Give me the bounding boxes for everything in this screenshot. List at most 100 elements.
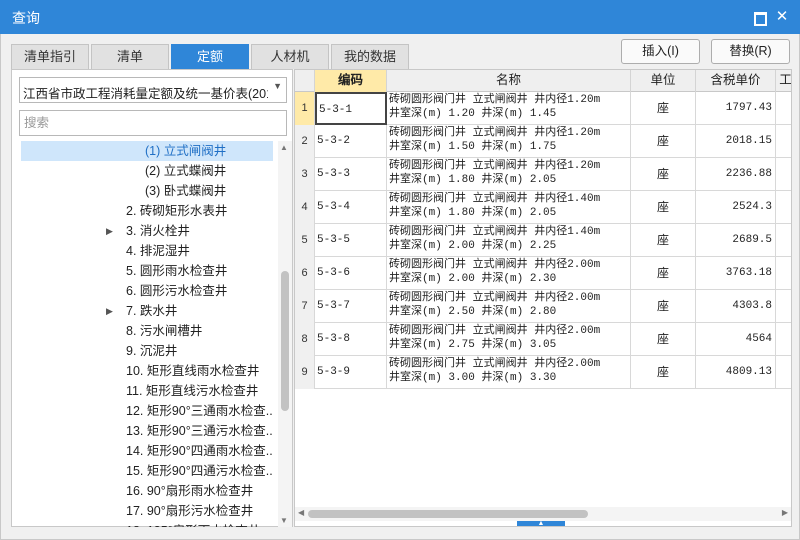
tree-item[interactable]: (1) 立式闸阀井: [21, 141, 273, 161]
tree-item[interactable]: 4. 排泥湿井: [21, 241, 273, 261]
code-cell[interactable]: 5-3-2: [315, 125, 387, 158]
table-row[interactable]: 4 5-3-4 砖砌圆形阀门井 立式闸阀井 井内径1.40m 井室深(m) 1.80…: [295, 191, 791, 224]
table-row[interactable]: 7 5-3-7 砖砌圆形阀门井 立式闸阀井 井内径2.00m 井室深(m) 2.50…: [295, 290, 791, 323]
tab-bill[interactable]: 清单: [91, 44, 169, 69]
tree-item[interactable]: 2. 砖砌矩形水表井: [21, 201, 273, 221]
tree-item[interactable]: 18. 135°扇形雨水检查井: [21, 521, 273, 527]
name-cell[interactable]: 砖砌圆形阀门井 立式闸阀井 井内径2.00m 井室深(m) 2.75 井深(m)…: [387, 323, 631, 356]
extra-cell[interactable]: [776, 356, 791, 389]
name-cell[interactable]: 砖砌圆形阀门井 立式闸阀井 井内径1.40m 井室深(m) 2.00 井深(m)…: [387, 224, 631, 257]
name-cell[interactable]: 砖砌圆形阀门井 立式闸阀井 井内径2.00m 井室深(m) 2.00 井深(m)…: [387, 257, 631, 290]
tree-item[interactable]: 17. 90°扇形污水检查井: [21, 501, 273, 521]
table-row[interactable]: 8 5-3-8 砖砌圆形阀门井 立式闸阀井 井内径2.00m 井室深(m) 2.75…: [295, 323, 791, 356]
extra-cell[interactable]: [776, 92, 791, 125]
insert-button[interactable]: 插入(I): [621, 39, 700, 64]
code-cell[interactable]: 5-3-8: [315, 323, 387, 356]
tree-item[interactable]: ▶ 3. 消火栓井: [21, 221, 273, 241]
row-number-cell[interactable]: 4: [295, 191, 315, 224]
price-cell[interactable]: 3763.18: [696, 257, 776, 290]
tab-my-data[interactable]: 我的数据: [331, 44, 409, 69]
price-cell[interactable]: 2018.15: [696, 125, 776, 158]
unit-cell[interactable]: 座: [631, 257, 696, 290]
unit-cell[interactable]: 座: [631, 158, 696, 191]
maximize-icon[interactable]: [752, 10, 767, 26]
scroll-up-icon[interactable]: ▲: [280, 143, 288, 152]
name-cell[interactable]: 砖砌圆形阀门井 立式闸阀井 井内径2.00m 井室深(m) 3.00 井深(m)…: [387, 356, 631, 389]
extra-cell[interactable]: [776, 290, 791, 323]
price-cell[interactable]: 2524.3: [696, 191, 776, 224]
scroll-right-icon[interactable]: ▶: [782, 508, 788, 517]
price-cell[interactable]: 2236.88: [696, 158, 776, 191]
table-row[interactable]: 1 5-3-1 砖砌圆形阀门井 立式闸阀井 井内径1.20m 井室深(m) 1.20…: [295, 92, 791, 125]
table-row[interactable]: 6 5-3-6 砖砌圆形阀门井 立式闸阀井 井内径2.00m 井室深(m) 2.00…: [295, 257, 791, 290]
tree-item[interactable]: 9. 沉泥井: [21, 341, 273, 361]
tree-item[interactable]: (2) 立式蝶阀井: [21, 161, 273, 181]
tree-item[interactable]: 16. 90°扇形雨水检查井: [21, 481, 273, 501]
tree-item[interactable]: 13. 矩形90°三通污水检查...: [21, 421, 273, 441]
row-number-cell[interactable]: 7: [295, 290, 315, 323]
unit-cell[interactable]: 座: [631, 323, 696, 356]
tree-item[interactable]: 10. 矩形直线雨水检查井: [21, 361, 273, 381]
name-cell[interactable]: 砖砌圆形阀门井 立式闸阀井 井内径1.20m 井室深(m) 1.20 井深(m)…: [387, 92, 631, 125]
tree-scrollbar-thumb[interactable]: [281, 271, 289, 411]
row-number-cell[interactable]: 5: [295, 224, 315, 257]
extra-cell[interactable]: [776, 125, 791, 158]
tree-item[interactable]: (3) 卧式蝶阀井: [21, 181, 273, 201]
code-cell[interactable]: 5-3-7: [315, 290, 387, 323]
tree-item[interactable]: 12. 矩形90°三通雨水检查...: [21, 401, 273, 421]
table-row[interactable]: 2 5-3-2 砖砌圆形阀门井 立式闸阀井 井内径1.20m 井室深(m) 1.50…: [295, 125, 791, 158]
row-number-cell[interactable]: 2: [295, 125, 315, 158]
header-name[interactable]: 名称: [387, 70, 631, 92]
name-cell[interactable]: 砖砌圆形阀门井 立式闸阀井 井内径2.00m 井室深(m) 2.50 井深(m)…: [387, 290, 631, 323]
code-cell[interactable]: 5-3-9: [315, 356, 387, 389]
tree-scrollbar[interactable]: ▲ ▼: [278, 141, 292, 527]
tab-quota[interactable]: 定额: [171, 44, 249, 69]
tree-item[interactable]: 8. 污水闸槽井: [21, 321, 273, 341]
table-row[interactable]: 9 5-3-9 砖砌圆形阀门井 立式闸阀井 井内径2.00m 井室深(m) 3.00…: [295, 356, 791, 389]
extra-cell[interactable]: [776, 257, 791, 290]
search-input[interactable]: [19, 110, 287, 136]
table-horizontal-scrollbar[interactable]: ◀ ▶: [295, 507, 791, 521]
name-cell[interactable]: 砖砌圆形阀门井 立式闸阀井 井内径1.20m 井室深(m) 1.80 井深(m)…: [387, 158, 631, 191]
tree-item[interactable]: ▶ 7. 跌水井: [21, 301, 273, 321]
expand-arrow-icon[interactable]: ▶: [106, 221, 113, 241]
tab-labor-material-machine[interactable]: 人材机: [251, 44, 329, 69]
unit-cell[interactable]: 座: [631, 125, 696, 158]
unit-cell[interactable]: 座: [631, 290, 696, 323]
price-cell[interactable]: 4809.13: [696, 356, 776, 389]
table-row[interactable]: 3 5-3-3 砖砌圆形阀门井 立式闸阀井 井内径1.20m 井室深(m) 1.80…: [295, 158, 791, 191]
extra-cell[interactable]: [776, 191, 791, 224]
code-cell[interactable]: 5-3-5: [315, 224, 387, 257]
price-cell[interactable]: 1797.43: [696, 92, 776, 125]
unit-cell[interactable]: 座: [631, 92, 696, 125]
header-extra[interactable]: 工: [776, 70, 791, 92]
scroll-down-icon[interactable]: ▼: [280, 516, 288, 525]
row-number-cell[interactable]: 6: [295, 257, 315, 290]
row-number-cell[interactable]: 3: [295, 158, 315, 191]
row-number-cell[interactable]: 9: [295, 356, 315, 389]
code-cell[interactable]: 5-3-6: [315, 257, 387, 290]
extra-cell[interactable]: [776, 323, 791, 356]
header-code[interactable]: 编码: [315, 70, 387, 92]
row-number-cell[interactable]: 8: [295, 323, 315, 356]
expand-arrow-icon[interactable]: ▶: [106, 301, 113, 321]
panel-splitter-handle[interactable]: ▲: [517, 520, 565, 526]
unit-cell[interactable]: 座: [631, 356, 696, 389]
name-cell[interactable]: 砖砌圆形阀门井 立式闸阀井 井内径1.20m 井室深(m) 1.50 井深(m)…: [387, 125, 631, 158]
unit-cell[interactable]: 座: [631, 224, 696, 257]
price-cell[interactable]: 4564: [696, 323, 776, 356]
header-price[interactable]: 含税单价: [696, 70, 776, 92]
tree-item[interactable]: 11. 矩形直线污水检查井: [21, 381, 273, 401]
tab-bill-guide[interactable]: 清单指引: [11, 44, 89, 69]
tree-item[interactable]: 5. 圆形雨水检查井: [21, 261, 273, 281]
unit-cell[interactable]: 座: [631, 191, 696, 224]
tree-item[interactable]: 14. 矩形90°四通雨水检查...: [21, 441, 273, 461]
close-icon[interactable]: ✕: [775, 9, 789, 24]
name-cell[interactable]: 砖砌圆形阀门井 立式闸阀井 井内径1.40m 井室深(m) 1.80 井深(m)…: [387, 191, 631, 224]
tree-item[interactable]: 15. 矩形90°四通污水检查...: [21, 461, 273, 481]
tree-item[interactable]: 6. 圆形污水检查井: [21, 281, 273, 301]
price-cell[interactable]: 2689.5: [696, 224, 776, 257]
replace-button[interactable]: 替换(R): [711, 39, 790, 64]
chevron-down-icon[interactable]: ▼: [273, 81, 282, 91]
table-scrollbar-thumb[interactable]: [308, 510, 588, 518]
